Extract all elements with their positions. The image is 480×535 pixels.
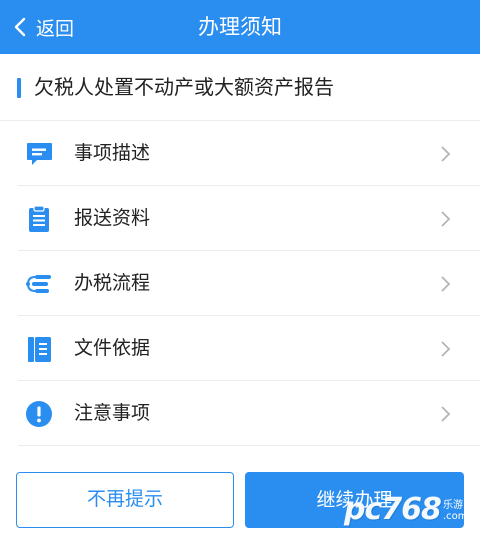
watermark-logo: pc768: [344, 492, 442, 527]
menu-item-notes[interactable]: 注意事项: [0, 381, 480, 446]
chevron-right-icon: [440, 340, 452, 358]
chevron-right-icon: [440, 210, 452, 228]
dont-show-again-button[interactable]: 不再提示: [16, 472, 234, 528]
menu-item-materials[interactable]: 报送资料: [0, 186, 480, 251]
document-icon: [24, 334, 54, 364]
watermark-sub-top: 乐游: [443, 500, 463, 511]
page-title: 办理须知: [198, 15, 282, 39]
chevron-right-icon: [440, 405, 452, 423]
menu-label: 办税流程: [74, 272, 151, 294]
menu-label: 事项描述: [74, 142, 151, 164]
section-title: 欠税人处置不动产或大额资产报告: [34, 75, 334, 99]
menu-label: 报送资料: [74, 207, 151, 229]
alert-icon: [24, 399, 54, 429]
menu-item-description[interactable]: 事项描述: [0, 121, 480, 186]
flow-icon: [24, 269, 54, 299]
section-title-row: 欠税人处置不动产或大额资产报告: [0, 54, 480, 120]
menu-item-process[interactable]: 办税流程: [0, 251, 480, 316]
top-nav-bar: 返回 办理须知: [0, 0, 480, 54]
chevron-right-icon: [440, 275, 452, 293]
watermark-sub-bottom: .com: [443, 511, 468, 522]
menu-label: 注意事项: [74, 402, 151, 424]
menu-label: 文件依据: [74, 337, 151, 359]
title-accent-bar: [17, 78, 21, 98]
clipboard-icon: [24, 204, 54, 234]
message-icon: [24, 139, 54, 169]
watermark-sub: 乐游 .com: [443, 500, 468, 522]
divider: [18, 445, 480, 446]
chevron-right-icon: [440, 145, 452, 163]
menu-item-documents[interactable]: 文件依据: [0, 316, 480, 381]
